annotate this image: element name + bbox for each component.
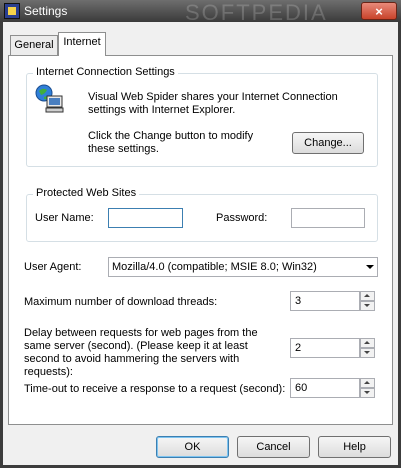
decrement-arrow-icon[interactable] (360, 388, 375, 398)
change-instruction: Click the Change button to modify these … (88, 130, 254, 155)
delay-input[interactable]: 2 (290, 338, 360, 358)
password-field[interactable] (291, 208, 365, 228)
increment-arrow-icon[interactable] (360, 291, 375, 301)
title-bar[interactable]: Settings SOFTPEDIA × (0, 0, 401, 25)
timeout-stepper[interactable]: 60 (290, 378, 376, 398)
increment-arrow-icon[interactable] (360, 338, 375, 348)
chevron-down-icon[interactable] (366, 265, 374, 269)
threads-label: Maximum number of download threads: (24, 296, 218, 308)
increment-arrow-icon[interactable] (360, 378, 375, 388)
password-label: Password: (216, 212, 268, 224)
cancel-button[interactable]: Cancel (237, 436, 310, 458)
delay-stepper[interactable]: 2 (290, 338, 376, 358)
user-agent-value: Mozilla/4.0 (compatible; MSIE 8.0; Win32… (112, 261, 317, 273)
close-icon: × (375, 4, 383, 19)
threads-input[interactable]: 3 (290, 291, 360, 311)
group-title: Protected Web Sites (33, 187, 140, 199)
threads-stepper[interactable]: 3 (290, 291, 376, 311)
tab-internet[interactable]: Internet (58, 32, 106, 56)
username-label: User Name: (35, 212, 94, 224)
delay-label: Delay between requests for web pages fro… (24, 327, 258, 378)
help-button[interactable]: Help (318, 436, 391, 458)
decrement-arrow-icon[interactable] (360, 301, 375, 311)
username-field[interactable] (108, 208, 183, 228)
user-agent-select[interactable]: Mozilla/4.0 (compatible; MSIE 8.0; Win32… (108, 257, 378, 277)
timeout-label: Time-out to receive a response to a requ… (24, 383, 286, 395)
ok-button[interactable]: OK (156, 436, 229, 458)
decrement-arrow-icon[interactable] (360, 348, 375, 358)
close-button[interactable]: × (361, 2, 397, 20)
connection-description: Visual Web Spider shares your Internet C… (88, 91, 338, 116)
watermark: SOFTPEDIA (185, 0, 328, 25)
group-title: Internet Connection Settings (33, 66, 178, 78)
window-frame-left (0, 22, 3, 468)
window-title: Settings (24, 4, 68, 18)
user-agent-label: User Agent: (24, 261, 82, 273)
change-button[interactable]: Change... (292, 132, 364, 154)
app-icon (4, 3, 20, 19)
timeout-input[interactable]: 60 (290, 378, 360, 398)
tab-general[interactable]: General (10, 35, 58, 55)
network-computer-icon (35, 84, 64, 113)
